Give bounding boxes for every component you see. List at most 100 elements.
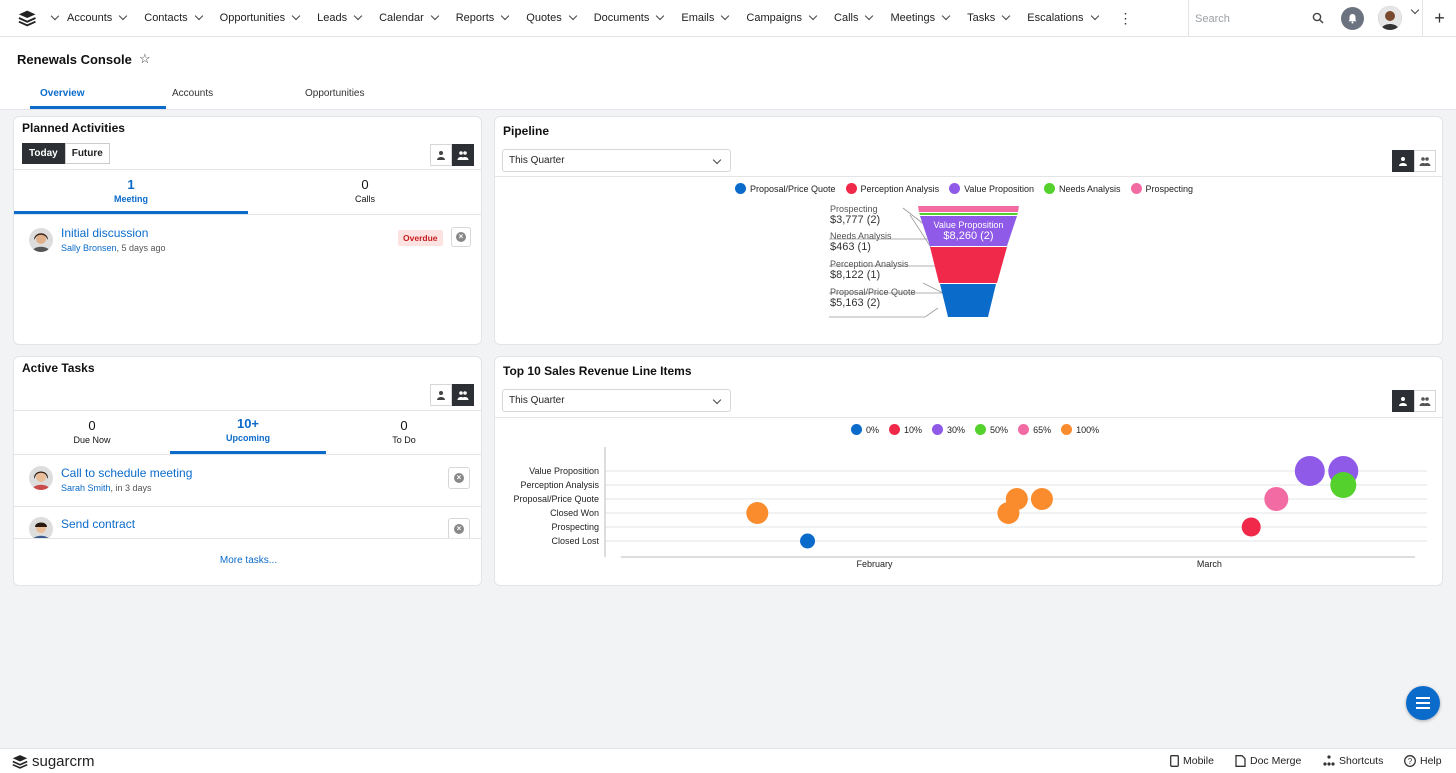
legend-item[interactable]: Value Proposition <box>949 183 1034 194</box>
more-tasks-link[interactable]: More tasks... <box>14 555 481 566</box>
search-input[interactable]: Search <box>1188 0 1334 37</box>
nav-contacts[interactable]: Contacts <box>135 0 210 37</box>
upcoming-tab[interactable]: 10+ Upcoming <box>170 416 326 443</box>
nav-leads[interactable]: Leads <box>308 0 370 37</box>
nav-emails[interactable]: Emails <box>672 0 737 37</box>
avatar <box>29 228 53 252</box>
assigned-user-link[interactable]: Sarah Smith <box>61 483 111 493</box>
revenue-period-select[interactable]: This Quarter <box>502 389 731 412</box>
due-now-tab[interactable]: 0 Due Now <box>14 418 170 445</box>
team-items-button[interactable] <box>1414 150 1436 172</box>
footer-help-link[interactable]: ? Help <box>1404 755 1442 767</box>
legend-item[interactable]: 65% <box>1018 424 1051 435</box>
my-items-button[interactable] <box>430 384 452 406</box>
nav-meetings[interactable]: Meetings <box>881 0 958 37</box>
funnel-segment-prospecting[interactable] <box>918 206 1019 212</box>
funnel-segment-needs-analysis[interactable] <box>919 213 1018 215</box>
tab-opportunities[interactable]: Opportunities <box>305 88 364 99</box>
scatter-point[interactable] <box>1294 456 1325 486</box>
footer-shortcuts-link[interactable]: Shortcuts <box>1323 755 1383 767</box>
chevron-down-icon[interactable] <box>194 11 203 21</box>
search-icon[interactable] <box>1312 12 1324 24</box>
close-task-button[interactable]: × <box>448 467 470 489</box>
nav-quotes[interactable]: Quotes <box>517 0 584 37</box>
tab-accounts[interactable]: Accounts <box>172 88 213 99</box>
calls-count-tab[interactable]: 0 Calls <box>248 177 481 204</box>
dashlet-title: Pipeline <box>503 124 550 138</box>
chevron-down-icon[interactable] <box>119 11 128 21</box>
funnel-segment-proposal-price-quote[interactable] <box>940 284 996 317</box>
pipeline-period-select[interactable]: This Quarter <box>502 149 731 172</box>
scatter-point[interactable] <box>1005 488 1028 510</box>
chevron-down-icon[interactable] <box>1002 11 1011 21</box>
chevron-down-icon[interactable] <box>1090 11 1099 21</box>
chevron-down-icon[interactable] <box>501 11 510 21</box>
legend-item[interactable]: Needs Analysis <box>1043 183 1121 194</box>
tab-overview[interactable]: Overview <box>40 88 84 99</box>
nav-calls[interactable]: Calls <box>825 0 881 37</box>
footer-mobile-link[interactable]: Mobile <box>1170 755 1214 767</box>
team-items-button[interactable] <box>1414 390 1436 412</box>
today-toggle[interactable]: Today <box>22 143 65 164</box>
scatter-point[interactable] <box>1241 517 1261 537</box>
legend-item[interactable]: 100% <box>1061 424 1099 435</box>
meetings-count: 1 <box>127 177 135 192</box>
close-task-button[interactable]: × <box>448 518 470 540</box>
footer-doc-merge-link[interactable]: Doc Merge <box>1235 755 1301 767</box>
meetings-count-tab[interactable]: 1 Meeting <box>14 177 248 204</box>
nav-opportunities[interactable]: Opportunities <box>211 0 308 37</box>
quick-create-icon[interactable]: + <box>1422 0 1456 37</box>
chevron-down-icon[interactable] <box>353 11 363 21</box>
nav-campaigns[interactable]: Campaigns <box>737 0 825 37</box>
funnel-segment-perception-analysis[interactable] <box>930 247 1007 283</box>
legend-item[interactable]: 10% <box>889 424 922 435</box>
favorite-star-icon[interactable]: ☆ <box>139 51 151 67</box>
legend-item[interactable]: Proposal/Price Quote <box>735 183 836 194</box>
scatter-point[interactable] <box>1264 487 1289 511</box>
nav-calendar[interactable]: Calendar <box>370 0 447 37</box>
chevron-down-icon[interactable] <box>430 11 439 21</box>
assigned-user-link[interactable]: Sally Bronsen <box>61 243 117 253</box>
legend-dot-icon <box>845 183 857 194</box>
scatter-point[interactable] <box>800 533 816 549</box>
chevron-down-icon[interactable] <box>865 11 874 21</box>
legend-item[interactable]: Prospecting <box>1130 183 1193 194</box>
legend-item[interactable]: Perception Analysis <box>845 183 939 194</box>
my-items-button[interactable] <box>1392 390 1414 412</box>
chevron-down-icon[interactable] <box>721 11 730 21</box>
scatter-point[interactable] <box>1330 472 1357 498</box>
scatter-point[interactable] <box>1030 488 1053 510</box>
team-items-button[interactable] <box>452 384 474 406</box>
activity-title-link[interactable]: Initial discussion <box>61 226 148 240</box>
user-menu-chevron-icon[interactable] <box>1410 5 1420 15</box>
funnel-inner-label: Value Proposition $8,260 (2) <box>920 220 1017 242</box>
to-do-tab[interactable]: 0 To Do <box>326 418 481 445</box>
my-items-button[interactable] <box>1392 150 1414 172</box>
chevron-down-icon[interactable] <box>568 11 577 21</box>
chevron-down-icon[interactable] <box>808 11 818 21</box>
nav-escalations[interactable]: Escalations <box>1018 0 1106 37</box>
nav-accounts[interactable]: Accounts <box>58 0 135 37</box>
dismiss-button[interactable]: × <box>451 227 471 247</box>
help-menu-fab[interactable] <box>1406 686 1440 720</box>
team-items-button[interactable] <box>452 144 474 166</box>
legend-item[interactable]: 0% <box>851 424 879 435</box>
nav-documents[interactable]: Documents <box>585 0 673 37</box>
future-toggle[interactable]: Future <box>64 143 110 164</box>
legend-item[interactable]: 50% <box>975 424 1008 435</box>
user-avatar[interactable] <box>1378 6 1402 30</box>
task-title-link[interactable]: Send contract <box>61 517 135 531</box>
legend-item[interactable]: 30% <box>932 424 965 435</box>
nav-tasks[interactable]: Tasks <box>958 0 1018 37</box>
scatter-point[interactable] <box>746 502 769 524</box>
more-menu-icon[interactable]: ⋮ <box>1111 0 1141 37</box>
task-title-link[interactable]: Call to schedule meeting <box>61 466 192 480</box>
chevron-down-icon[interactable] <box>656 11 665 21</box>
chevron-down-icon[interactable] <box>941 11 951 21</box>
dashlet-title: Planned Activities <box>22 121 125 135</box>
home-menu[interactable] <box>0 0 60 37</box>
nav-reports[interactable]: Reports <box>447 0 518 37</box>
notification-bell-icon[interactable] <box>1341 7 1364 30</box>
chevron-down-icon[interactable] <box>291 11 301 21</box>
my-items-button[interactable] <box>430 144 452 166</box>
